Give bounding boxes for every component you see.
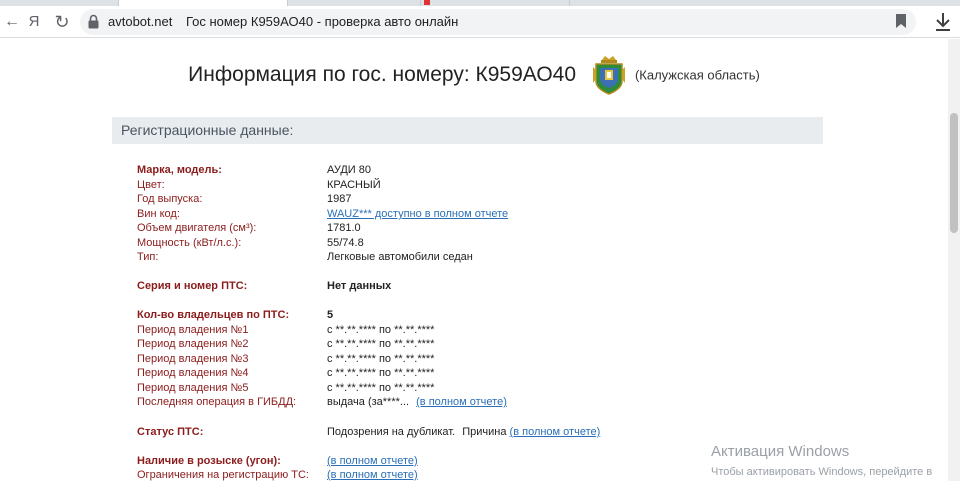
year-label: Год выпуска:: [137, 193, 203, 205]
info-row: Год выпуска: 1987: [0, 192, 948, 206]
yandex-button[interactable]: Я: [22, 10, 46, 34]
pts-series-label: Серия и номер ПТС:: [137, 280, 248, 292]
info-row: Статус ПТС: Подозрения на дубликат. Прич…: [0, 425, 948, 439]
ownership-period-row: Период владения №2 с **.**.**** по **.**…: [0, 337, 948, 351]
page-scrollbar[interactable]: [948, 39, 960, 481]
make-value: АУДИ 80: [327, 164, 371, 176]
vin-label: Вин код:: [137, 208, 180, 220]
region-name: (Калужская область): [634, 67, 760, 83]
period-value: с **.**.**** по **.**.****: [327, 338, 435, 350]
scrollbar-thumb[interactable]: [950, 113, 958, 233]
section-header: Регистрационные данные:: [112, 117, 823, 144]
bookmark-icon[interactable]: [896, 14, 906, 28]
info-row: Серия и номер ПТС: Нет данных: [0, 279, 948, 293]
info-row: Вин код: WAUZ*** доступно в полном отчет…: [0, 207, 948, 221]
info-row: Последняя операция в ГИБДД: выдача (за**…: [0, 395, 948, 409]
period-value: с **.**.**** по **.**.****: [327, 324, 435, 336]
year-value: 1987: [327, 193, 352, 205]
type-value: Легковые автомобили седан: [327, 251, 473, 263]
watermark-subtitle: Чтобы активировать Windows, перейдите в: [711, 466, 933, 478]
power-value: 55/74.8: [327, 237, 364, 249]
period-value: с **.**.**** по **.**.****: [327, 367, 435, 379]
info-row: Мощность (кВт/л.с.): 55/74.8: [0, 236, 948, 250]
windows-activation-watermark: Активация Windows Чтобы активировать Win…: [711, 443, 932, 478]
period-label: Период владения №1: [137, 324, 249, 336]
info-row: Цвет: КРАСНЫЙ: [0, 178, 948, 192]
url-host: avtobot.net: [108, 14, 173, 29]
period-label: Период владения №3: [137, 353, 249, 365]
pts-status-reason: Причина: [462, 426, 507, 438]
make-label: Марка, модель:: [137, 164, 222, 176]
ownership-period-row: Период владения №1 с **.**.**** по **.**…: [0, 323, 948, 337]
info-row: Кол-во владельцев по ПТС: 5: [0, 308, 948, 322]
pts-series-value: Нет данных: [327, 280, 392, 292]
watermark-title: Активация Windows: [711, 443, 850, 460]
period-value: с **.**.**** по **.**.****: [327, 382, 435, 394]
restrictions-link[interactable]: (в полном отчете): [327, 469, 418, 481]
info-row: Тип: Легковые автомобили седан: [0, 250, 948, 264]
owners-count-label: Кол-во владельцев по ПТС:: [137, 309, 290, 321]
last-operation-value: выдача (за****...: [327, 396, 410, 408]
wanted-link[interactable]: (в полном отчете): [327, 455, 418, 467]
page-heading: Информация по гос. номеру: К959АО40 (Кал…: [0, 55, 948, 95]
vin-link[interactable]: WAUZ*** доступно в полном отчете: [327, 208, 508, 220]
type-label: Тип:: [137, 251, 159, 263]
address-bar[interactable]: avtobot.net Гос номер К959АО40 - проверк…: [80, 9, 916, 35]
period-label: Период владения №5: [137, 382, 249, 394]
engine-label: Объем двигателя (см³):: [137, 222, 257, 234]
pts-status-value: Подозрения на дубликат.: [327, 426, 456, 438]
last-operation-link[interactable]: (в полном отчете): [416, 396, 507, 408]
page-content: Информация по гос. номеру: К959АО40 (Кал…: [0, 39, 948, 481]
region-crest-icon: [593, 56, 626, 95]
info-row: Марка, модель: АУДИ 80: [0, 163, 948, 177]
pts-status-link[interactable]: (в полном отчете): [510, 426, 601, 438]
restrictions-label: Ограничения на регистрацию ТС:: [137, 469, 309, 481]
download-icon[interactable]: [932, 10, 954, 34]
page-title: Информация по гос. номеру: К959АО40: [188, 63, 577, 86]
last-operation-label: Последняя операция в ГИБДД:: [137, 396, 297, 408]
info-row: Объем двигателя (см³): 1781.0: [0, 221, 948, 235]
wanted-label: Наличие в розыске (угон):: [137, 455, 281, 467]
ownership-period-row: Период владения №4 с **.**.**** по **.**…: [0, 366, 948, 380]
back-button[interactable]: ←: [0, 10, 24, 34]
url-text[interactable]: avtobot.net Гос номер К959АО40 - проверк…: [108, 14, 458, 29]
tab-favicon-icon: [424, 0, 430, 5]
ownership-period-row: Период владения №5 с **.**.**** по **.**…: [0, 381, 948, 395]
pts-status-label: Статус ПТС:: [137, 426, 204, 438]
lock-icon: [88, 14, 99, 29]
period-value: с **.**.**** по **.**.****: [327, 353, 435, 365]
browser-toolbar: ← Я ↻ avtobot.net Гос номер К959АО40 - п…: [0, 6, 960, 38]
section-title: Регистрационные данные:: [121, 122, 294, 138]
period-label: Период владения №2: [137, 338, 249, 350]
reload-button[interactable]: ↻: [50, 10, 74, 34]
color-label: Цвет:: [137, 179, 165, 191]
period-label: Период владения №4: [137, 367, 249, 379]
ownership-period-row: Период владения №3 с **.**.**** по **.**…: [0, 352, 948, 366]
owners-count-value: 5: [327, 309, 334, 321]
engine-value: 1781.0: [327, 222, 361, 234]
url-page-title: Гос номер К959АО40 - проверка авто онлай…: [185, 14, 459, 29]
color-value: КРАСНЫЙ: [327, 179, 381, 191]
power-label: Мощность (кВт/л.с.):: [137, 237, 242, 249]
